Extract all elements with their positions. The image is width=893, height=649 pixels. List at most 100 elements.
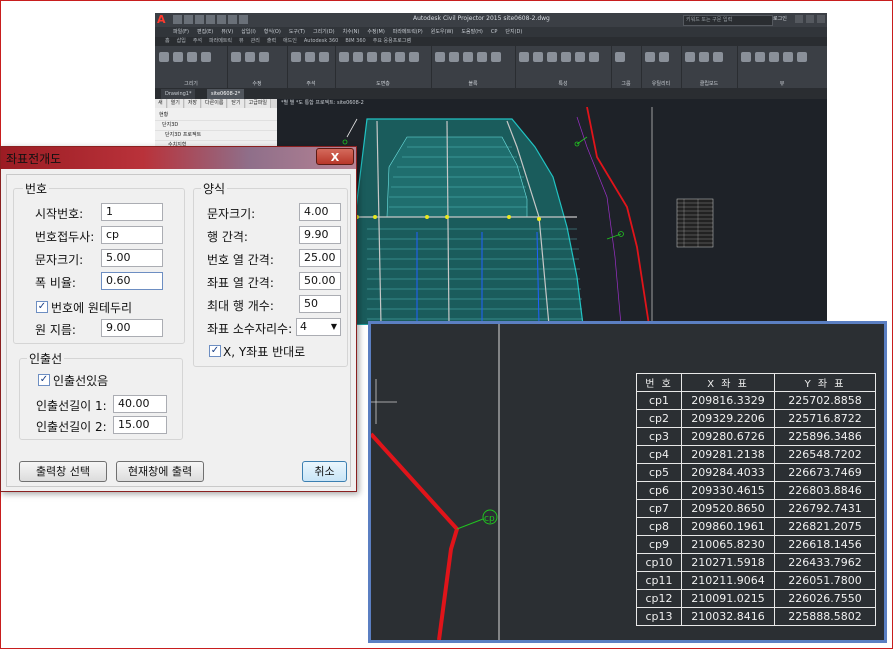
maximize-icon[interactable]: [806, 15, 814, 23]
number-text-size-input[interactable]: 5.00: [101, 249, 163, 267]
ribbon-tab-0[interactable]: 홈: [165, 37, 170, 46]
menu-item-9[interactable]: 파라메트릭(P): [393, 27, 423, 37]
ribbon-tool-icon[interactable]: [533, 52, 543, 62]
cad-drawing-canvas[interactable]: [277, 107, 827, 325]
number-col-gap-input[interactable]: 25.00: [299, 249, 341, 267]
ribbon-group-label[interactable]: 유틸리티: [641, 80, 681, 87]
ribbon-tool-icon[interactable]: [783, 52, 793, 62]
menu-item-2[interactable]: 뷰(V): [221, 27, 233, 37]
ribbon-tab-2[interactable]: 주석: [193, 37, 202, 46]
ribbon-tool-icon[interactable]: [519, 52, 529, 62]
ribbon-tool-icon[interactable]: [547, 52, 557, 62]
ribbon-tool-icon[interactable]: [741, 52, 751, 62]
ribbon-tool-icon[interactable]: [685, 52, 695, 62]
dialog-close-button[interactable]: X: [316, 148, 354, 165]
leader-length2-input[interactable]: 15.00: [113, 416, 167, 434]
panel-tool-button-1[interactable]: 열기: [167, 99, 184, 108]
save-icon[interactable]: [195, 15, 204, 24]
ribbon-tool-icon[interactable]: [713, 52, 723, 62]
ribbon-tab-8[interactable]: Autodesk 360: [304, 37, 339, 46]
cancel-button[interactable]: 취소: [302, 461, 347, 482]
max-rows-input[interactable]: 50: [299, 295, 341, 313]
menu-item-8[interactable]: 수정(M): [367, 27, 384, 37]
ribbon-tool-icon[interactable]: [575, 52, 585, 62]
ribbon-group-label[interactable]: 클립보드: [681, 80, 737, 87]
cad-signin[interactable]: 로그인: [773, 15, 787, 22]
ribbon-tool-icon[interactable]: [615, 52, 625, 62]
minimize-icon[interactable]: [795, 15, 803, 23]
ribbon-group-label[interactable]: 도면층: [335, 80, 431, 87]
menu-item-10[interactable]: 윈도우(W): [431, 27, 454, 37]
ribbon-tab-10[interactable]: 주요 응용프로그램: [373, 37, 411, 46]
ribbon-tool-icon[interactable]: [353, 52, 363, 62]
panel-tool-button-5[interactable]: 고급파일: [245, 99, 272, 108]
ribbon-tab-3[interactable]: 파라메트릭: [209, 37, 232, 46]
panel-tool-button-4[interactable]: 닫기: [228, 99, 245, 108]
circle-diameter-input[interactable]: 9.00: [101, 319, 163, 337]
undo-icon[interactable]: [228, 15, 237, 24]
ribbon-tool-icon[interactable]: [159, 52, 169, 62]
tree-item-2[interactable]: 단지3D 프로젝트: [155, 131, 277, 141]
ribbon-group-label[interactable]: 수정: [227, 80, 287, 87]
print-current-button[interactable]: 현재창에 출력: [116, 461, 204, 482]
open-icon[interactable]: [184, 15, 193, 24]
ribbon-tool-icon[interactable]: [395, 52, 405, 62]
start-number-input[interactable]: 1: [101, 203, 163, 221]
ribbon-group-label[interactable]: 주석: [287, 80, 335, 87]
leader-length1-input[interactable]: 40.00: [113, 395, 167, 413]
ribbon-group-label[interactable]: 그룹: [611, 80, 641, 87]
ribbon-tool-icon[interactable]: [659, 52, 669, 62]
select-output-button[interactable]: 출력창 선택: [19, 461, 107, 482]
redo-icon[interactable]: [239, 15, 248, 24]
ribbon-tool-icon[interactable]: [367, 52, 377, 62]
ribbon-tool-icon[interactable]: [755, 52, 765, 62]
ribbon-group-label[interactable]: 블록: [431, 80, 515, 87]
ribbon-tab-9[interactable]: BIM 360: [345, 37, 365, 46]
ribbon-tool-icon[interactable]: [645, 52, 655, 62]
panel-tool-button-2[interactable]: 저장: [184, 99, 202, 108]
swap-xy-checkbox[interactable]: ✓: [209, 345, 221, 357]
panel-tool-button-3[interactable]: 다른이름: [202, 99, 228, 108]
menu-item-12[interactable]: CP: [491, 27, 498, 37]
ribbon-tool-icon[interactable]: [319, 52, 329, 62]
menu-item-7[interactable]: 치수(N): [343, 27, 360, 37]
ribbon-tool-icon[interactable]: [769, 52, 779, 62]
style-text-size-input[interactable]: 4.00: [299, 203, 341, 221]
autocad-logo-icon[interactable]: A: [157, 14, 169, 26]
ribbon-tool-icon[interactable]: [491, 52, 501, 62]
menu-item-0[interactable]: 파일(F): [173, 27, 189, 37]
ribbon-tool-icon[interactable]: [699, 52, 709, 62]
ribbon-tool-icon[interactable]: [409, 52, 419, 62]
tree-item-0[interactable]: 현황: [155, 111, 277, 121]
ribbon-tab-4[interactable]: 뷰: [239, 37, 244, 46]
ribbon-tool-icon[interactable]: [245, 52, 255, 62]
saveas-icon[interactable]: [206, 15, 215, 24]
decimals-select[interactable]: 4 ▼: [296, 318, 341, 336]
menu-item-3[interactable]: 삽입(I): [241, 27, 256, 37]
ribbon-tool-icon[interactable]: [797, 52, 807, 62]
ribbon-tool-icon[interactable]: [173, 52, 183, 62]
ribbon-tool-icon[interactable]: [187, 52, 197, 62]
ribbon-group-label[interactable]: 그리기: [155, 80, 227, 87]
quick-access-toolbar[interactable]: [173, 15, 248, 24]
ribbon-tab-6[interactable]: 출력: [267, 37, 276, 46]
cad-search-input[interactable]: 키워드 또는 구문 입력: [683, 15, 773, 26]
has-leader-checkbox[interactable]: ✓: [38, 374, 50, 386]
ribbon-tool-icon[interactable]: [435, 52, 445, 62]
ribbon-tab-5[interactable]: 관리: [251, 37, 260, 46]
menu-item-6[interactable]: 그리기(D): [313, 27, 335, 37]
ribbon-tab-7[interactable]: 애드인: [283, 37, 297, 46]
width-ratio-input[interactable]: 0.60: [101, 272, 163, 290]
panel-tool-button-0[interactable]: 새: [155, 99, 167, 108]
ribbon-tab-1[interactable]: 삽입: [177, 37, 186, 46]
ribbon-tool-icon[interactable]: [291, 52, 301, 62]
ribbon-tool-icon[interactable]: [561, 52, 571, 62]
ribbon-tool-icon[interactable]: [231, 52, 241, 62]
menu-item-1[interactable]: 편집(E): [197, 27, 213, 37]
circle-border-checkbox[interactable]: ✓: [36, 301, 48, 313]
ribbon-tool-icon[interactable]: [305, 52, 315, 62]
ribbon-tool-icon[interactable]: [477, 52, 487, 62]
ribbon-tool-icon[interactable]: [259, 52, 269, 62]
menu-item-11[interactable]: 도움말(H): [461, 27, 482, 37]
ribbon-group-label[interactable]: 특성: [515, 80, 611, 87]
